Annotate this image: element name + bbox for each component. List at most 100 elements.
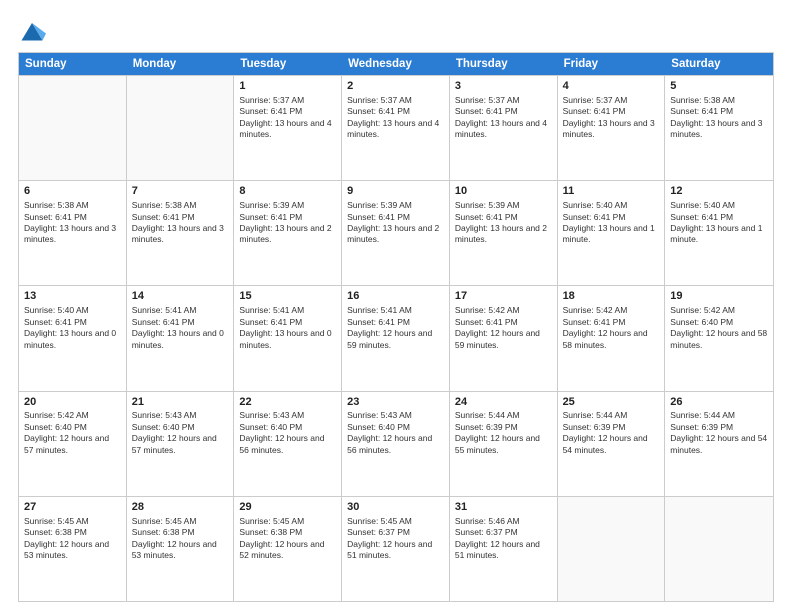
calendar-cell: 8Sunrise: 5:39 AMSunset: 6:41 PMDaylight… xyxy=(234,181,342,285)
sunrise-text: Sunrise: 5:38 AM xyxy=(24,200,121,211)
sunrise-text: Sunrise: 5:37 AM xyxy=(239,95,336,106)
calendar-cell: 14Sunrise: 5:41 AMSunset: 6:41 PMDayligh… xyxy=(127,286,235,390)
calendar-cell: 3Sunrise: 5:37 AMSunset: 6:41 PMDaylight… xyxy=(450,76,558,180)
sunrise-text: Sunrise: 5:42 AM xyxy=(563,305,660,316)
calendar-cell: 5Sunrise: 5:38 AMSunset: 6:41 PMDaylight… xyxy=(665,76,773,180)
daylight-text: Daylight: 12 hours and 56 minutes. xyxy=(239,433,336,456)
daylight-text: Daylight: 13 hours and 0 minutes. xyxy=(239,328,336,351)
logo-icon xyxy=(18,16,46,44)
sunrise-text: Sunrise: 5:43 AM xyxy=(132,410,229,421)
daylight-text: Daylight: 13 hours and 2 minutes. xyxy=(347,223,444,246)
calendar-cell: 30Sunrise: 5:45 AMSunset: 6:37 PMDayligh… xyxy=(342,497,450,601)
sunset-text: Sunset: 6:41 PM xyxy=(239,106,336,117)
sunset-text: Sunset: 6:38 PM xyxy=(132,527,229,538)
day-number: 9 xyxy=(347,184,444,199)
daylight-text: Daylight: 13 hours and 4 minutes. xyxy=(239,118,336,141)
day-number: 23 xyxy=(347,395,444,410)
day-number: 19 xyxy=(670,289,768,304)
weekday-header: Thursday xyxy=(450,53,558,75)
day-number: 7 xyxy=(132,184,229,199)
sunrise-text: Sunrise: 5:41 AM xyxy=(239,305,336,316)
daylight-text: Daylight: 12 hours and 51 minutes. xyxy=(347,539,444,562)
sunrise-text: Sunrise: 5:42 AM xyxy=(455,305,552,316)
sunset-text: Sunset: 6:41 PM xyxy=(239,317,336,328)
calendar-week-row: 1Sunrise: 5:37 AMSunset: 6:41 PMDaylight… xyxy=(19,75,773,180)
calendar-cell: 1Sunrise: 5:37 AMSunset: 6:41 PMDaylight… xyxy=(234,76,342,180)
day-number: 31 xyxy=(455,500,552,515)
sunset-text: Sunset: 6:37 PM xyxy=(455,527,552,538)
calendar-cell: 22Sunrise: 5:43 AMSunset: 6:40 PMDayligh… xyxy=(234,392,342,496)
sunset-text: Sunset: 6:41 PM xyxy=(670,212,768,223)
calendar-cell: 19Sunrise: 5:42 AMSunset: 6:40 PMDayligh… xyxy=(665,286,773,390)
sunrise-text: Sunrise: 5:46 AM xyxy=(455,516,552,527)
daylight-text: Daylight: 13 hours and 0 minutes. xyxy=(132,328,229,351)
weekday-header: Friday xyxy=(558,53,666,75)
sunset-text: Sunset: 6:39 PM xyxy=(563,422,660,433)
calendar-cell xyxy=(19,76,127,180)
day-number: 25 xyxy=(563,395,660,410)
calendar-cell: 23Sunrise: 5:43 AMSunset: 6:40 PMDayligh… xyxy=(342,392,450,496)
sunset-text: Sunset: 6:40 PM xyxy=(670,317,768,328)
sunrise-text: Sunrise: 5:39 AM xyxy=(239,200,336,211)
calendar-cell: 2Sunrise: 5:37 AMSunset: 6:41 PMDaylight… xyxy=(342,76,450,180)
sunrise-text: Sunrise: 5:37 AM xyxy=(563,95,660,106)
daylight-text: Daylight: 12 hours and 53 minutes. xyxy=(132,539,229,562)
daylight-text: Daylight: 12 hours and 56 minutes. xyxy=(347,433,444,456)
sunrise-text: Sunrise: 5:38 AM xyxy=(132,200,229,211)
sunset-text: Sunset: 6:40 PM xyxy=(24,422,121,433)
day-number: 30 xyxy=(347,500,444,515)
day-number: 22 xyxy=(239,395,336,410)
day-number: 2 xyxy=(347,79,444,94)
daylight-text: Daylight: 13 hours and 4 minutes. xyxy=(455,118,552,141)
calendar-cell: 12Sunrise: 5:40 AMSunset: 6:41 PMDayligh… xyxy=(665,181,773,285)
daylight-text: Daylight: 12 hours and 58 minutes. xyxy=(563,328,660,351)
day-number: 14 xyxy=(132,289,229,304)
day-number: 3 xyxy=(455,79,552,94)
day-number: 6 xyxy=(24,184,121,199)
calendar-cell: 16Sunrise: 5:41 AMSunset: 6:41 PMDayligh… xyxy=(342,286,450,390)
day-number: 8 xyxy=(239,184,336,199)
day-number: 28 xyxy=(132,500,229,515)
sunrise-text: Sunrise: 5:39 AM xyxy=(455,200,552,211)
daylight-text: Daylight: 13 hours and 2 minutes. xyxy=(455,223,552,246)
sunrise-text: Sunrise: 5:44 AM xyxy=(670,410,768,421)
daylight-text: Daylight: 13 hours and 0 minutes. xyxy=(24,328,121,351)
calendar-cell: 21Sunrise: 5:43 AMSunset: 6:40 PMDayligh… xyxy=(127,392,235,496)
day-number: 20 xyxy=(24,395,121,410)
sunrise-text: Sunrise: 5:40 AM xyxy=(670,200,768,211)
sunset-text: Sunset: 6:41 PM xyxy=(563,212,660,223)
weekday-header: Tuesday xyxy=(234,53,342,75)
sunrise-text: Sunrise: 5:44 AM xyxy=(455,410,552,421)
daylight-text: Daylight: 12 hours and 54 minutes. xyxy=(670,433,768,456)
calendar-cell: 24Sunrise: 5:44 AMSunset: 6:39 PMDayligh… xyxy=(450,392,558,496)
calendar-cell: 7Sunrise: 5:38 AMSunset: 6:41 PMDaylight… xyxy=(127,181,235,285)
day-number: 18 xyxy=(563,289,660,304)
daylight-text: Daylight: 13 hours and 4 minutes. xyxy=(347,118,444,141)
day-number: 4 xyxy=(563,79,660,94)
sunset-text: Sunset: 6:40 PM xyxy=(132,422,229,433)
weekday-header: Wednesday xyxy=(342,53,450,75)
sunrise-text: Sunrise: 5:44 AM xyxy=(563,410,660,421)
sunrise-text: Sunrise: 5:38 AM xyxy=(670,95,768,106)
day-number: 21 xyxy=(132,395,229,410)
day-number: 11 xyxy=(563,184,660,199)
calendar-cell: 29Sunrise: 5:45 AMSunset: 6:38 PMDayligh… xyxy=(234,497,342,601)
day-number: 15 xyxy=(239,289,336,304)
sunrise-text: Sunrise: 5:45 AM xyxy=(239,516,336,527)
sunset-text: Sunset: 6:41 PM xyxy=(455,106,552,117)
daylight-text: Daylight: 12 hours and 57 minutes. xyxy=(24,433,121,456)
daylight-text: Daylight: 12 hours and 59 minutes. xyxy=(455,328,552,351)
sunset-text: Sunset: 6:38 PM xyxy=(24,527,121,538)
sunrise-text: Sunrise: 5:37 AM xyxy=(455,95,552,106)
day-number: 16 xyxy=(347,289,444,304)
page: SundayMondayTuesdayWednesdayThursdayFrid… xyxy=(0,0,792,612)
sunset-text: Sunset: 6:39 PM xyxy=(670,422,768,433)
daylight-text: Daylight: 13 hours and 3 minutes. xyxy=(132,223,229,246)
sunset-text: Sunset: 6:40 PM xyxy=(347,422,444,433)
calendar-week-row: 20Sunrise: 5:42 AMSunset: 6:40 PMDayligh… xyxy=(19,391,773,496)
sunrise-text: Sunrise: 5:39 AM xyxy=(347,200,444,211)
calendar-cell: 25Sunrise: 5:44 AMSunset: 6:39 PMDayligh… xyxy=(558,392,666,496)
calendar-week-row: 13Sunrise: 5:40 AMSunset: 6:41 PMDayligh… xyxy=(19,285,773,390)
calendar-cell: 11Sunrise: 5:40 AMSunset: 6:41 PMDayligh… xyxy=(558,181,666,285)
calendar-header: SundayMondayTuesdayWednesdayThursdayFrid… xyxy=(19,53,773,75)
